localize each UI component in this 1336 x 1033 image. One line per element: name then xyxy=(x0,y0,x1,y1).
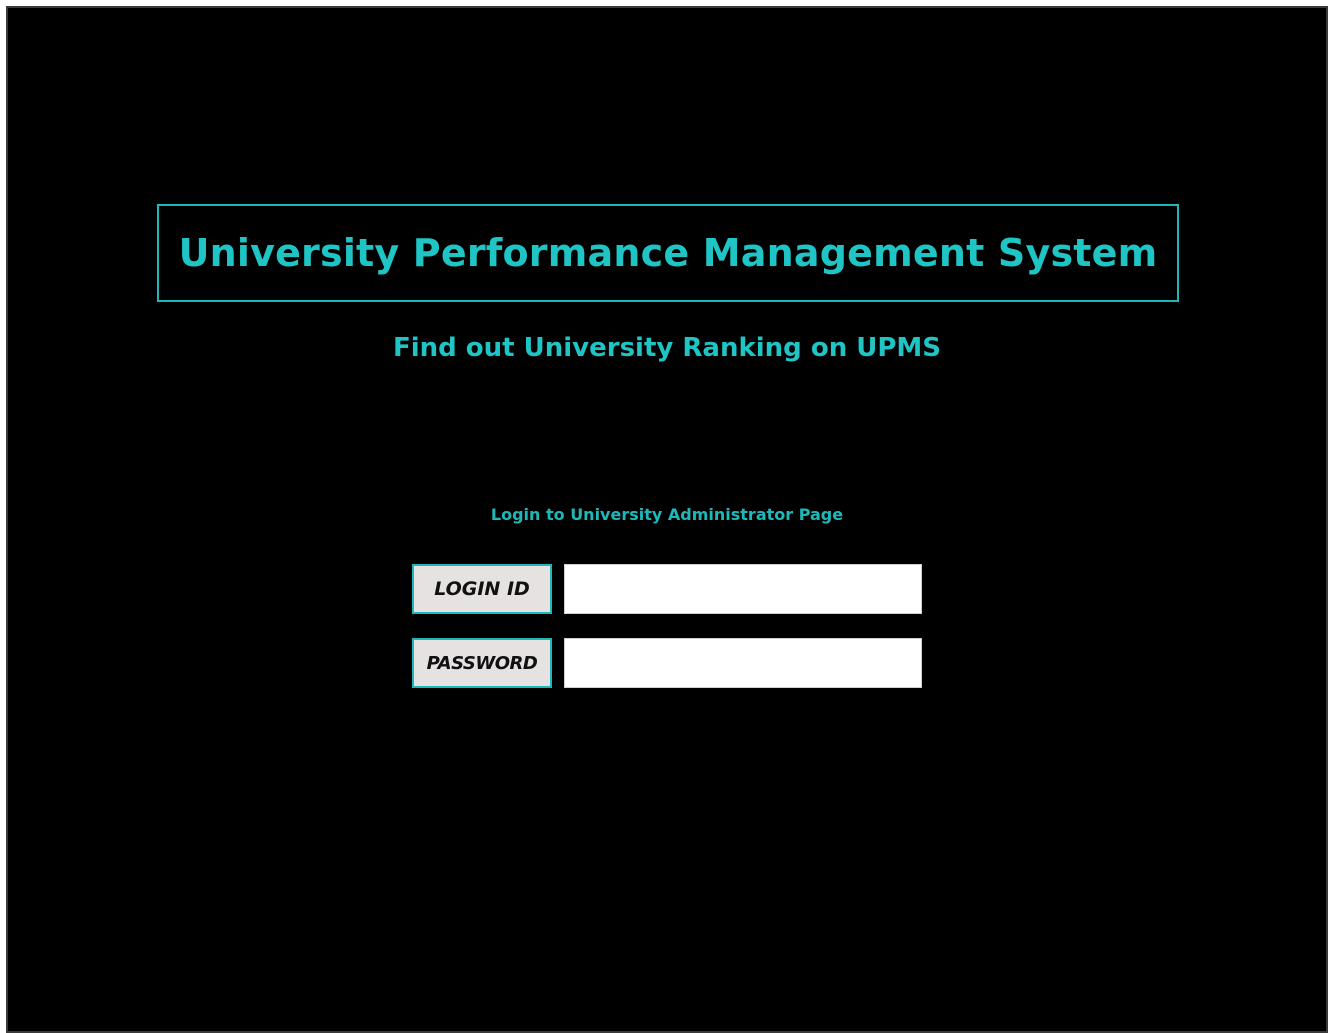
page-subtitle: Find out University Ranking on UPMS xyxy=(392,333,942,363)
title-banner: University Performance Management System xyxy=(157,204,1179,302)
login-id-button[interactable]: LOGIN ID xyxy=(412,564,552,614)
login-heading: Login to University Administrator Page xyxy=(490,505,844,524)
password-input[interactable] xyxy=(564,638,922,688)
page-title: University Performance Management System xyxy=(178,231,1158,275)
app-window: University Performance Management System… xyxy=(6,6,1328,1033)
password-button[interactable]: PASSWORD xyxy=(412,638,552,688)
login-id-input[interactable] xyxy=(564,564,922,614)
